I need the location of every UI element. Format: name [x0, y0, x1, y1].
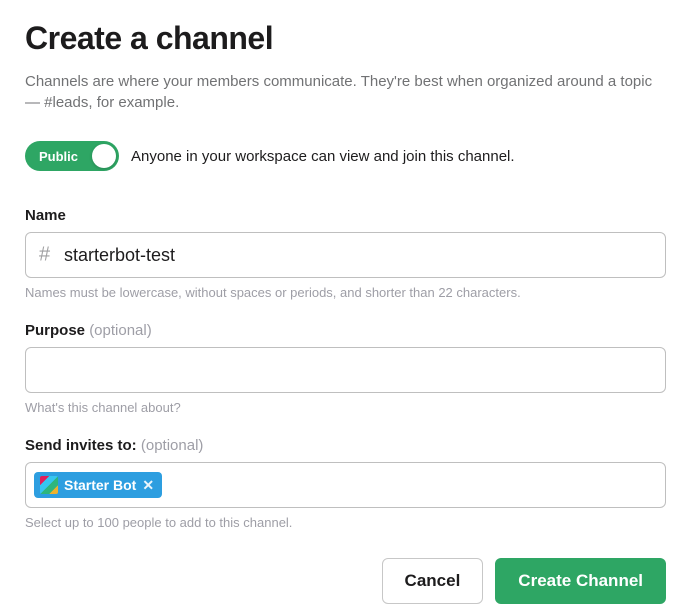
create-channel-button[interactable]: Create Channel — [495, 558, 666, 604]
name-help: Names must be lowercase, without spaces … — [25, 285, 666, 300]
page-title: Create a channel — [25, 20, 666, 57]
purpose-help: What's this channel about? — [25, 400, 666, 415]
invites-label-text: Send invites to: — [25, 437, 141, 454]
invites-optional: (optional) — [141, 437, 204, 454]
invite-token-label: Starter Bot — [64, 477, 136, 493]
invite-token[interactable]: Starter Bot ✕ — [34, 472, 162, 498]
avatar-icon — [40, 476, 58, 494]
invites-help: Select up to 100 people to add to this c… — [25, 515, 666, 530]
purpose-input[interactable] — [25, 347, 666, 393]
name-input[interactable] — [25, 232, 666, 278]
toggle-knob — [92, 144, 116, 168]
toggle-description: Anyone in your workspace can view and jo… — [131, 148, 515, 165]
toggle-label: Public — [25, 149, 78, 164]
name-label: Name — [25, 207, 666, 224]
visibility-toggle[interactable]: Public — [25, 141, 119, 171]
purpose-label: Purpose (optional) — [25, 322, 666, 339]
invites-input[interactable]: Starter Bot ✕ — [25, 462, 666, 508]
cancel-button[interactable]: Cancel — [382, 558, 484, 604]
page-subtitle: Channels are where your members communic… — [25, 71, 666, 113]
close-icon[interactable]: ✕ — [142, 478, 154, 492]
hash-icon: # — [39, 244, 50, 267]
invites-label: Send invites to: (optional) — [25, 437, 666, 454]
purpose-label-text: Purpose — [25, 322, 89, 339]
purpose-optional: (optional) — [89, 322, 152, 339]
